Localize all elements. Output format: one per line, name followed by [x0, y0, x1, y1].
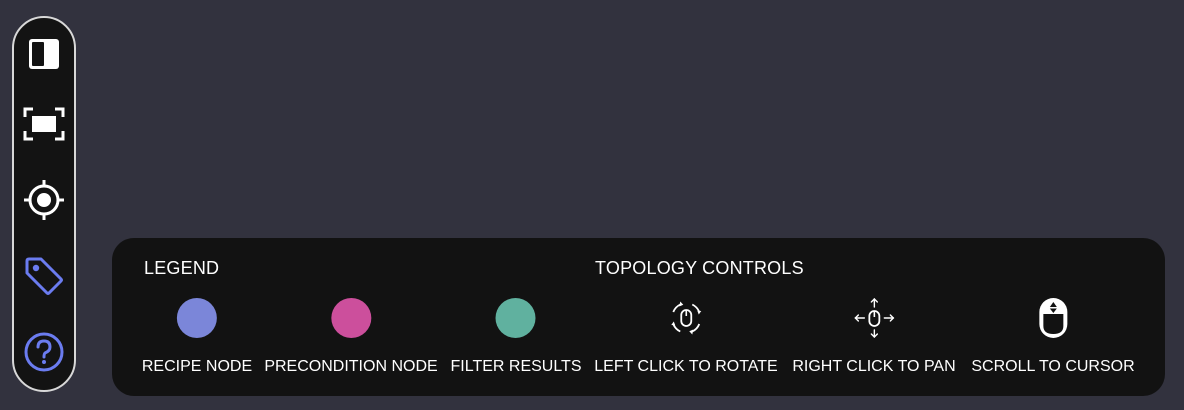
target-icon [24, 180, 64, 220]
legend-label: PRECONDITION NODE [264, 358, 438, 375]
recipe-node-swatch [177, 298, 217, 338]
precondition-node-swatch [331, 298, 371, 338]
legend-item-filter: FILTER RESULTS [450, 296, 582, 376]
controls-title: TOPOLOGY CONTROLS [595, 258, 804, 278]
help-icon [24, 332, 64, 372]
tag-button[interactable] [20, 252, 68, 300]
legend-item-precondition: PRECONDITION NODE [264, 296, 438, 376]
fit-view-icon [23, 107, 65, 141]
tag-icon [25, 257, 63, 295]
legend-label: RECIPE NODE [141, 358, 253, 375]
legend-item-recipe: RECIPE NODE [142, 296, 252, 376]
recenter-button[interactable] [20, 176, 68, 224]
fit-view-button[interactable] [20, 100, 68, 148]
topology-viewer: LEGEND TOPOLOGY CONTROLS RECIPE NODE PRE… [0, 0, 1184, 410]
panel-toggle-icon [29, 39, 59, 69]
control-label: RIGHT CLICK TO PAN [792, 358, 956, 375]
legend-title: LEGEND [144, 258, 220, 278]
mouse-pan-icon [854, 298, 894, 338]
control-item-rotate: LEFT CLICK TO ROTATE [594, 296, 778, 376]
control-label: SCROLL TO CURSOR [971, 358, 1135, 375]
mouse-scroll-icon [1038, 298, 1067, 338]
panel-toggle-button[interactable] [20, 30, 68, 78]
side-toolbar [12, 16, 76, 392]
mouse-rotate-icon [670, 301, 701, 335]
help-button[interactable] [20, 328, 68, 376]
filter-results-swatch [495, 298, 536, 338]
legend-label: FILTER RESULTS [450, 358, 582, 375]
control-item-pan: RIGHT CLICK TO PAN [792, 296, 956, 376]
control-label: LEFT CLICK TO ROTATE [594, 358, 778, 375]
control-item-scroll: SCROLL TO CURSOR [971, 296, 1135, 376]
legend-panel: LEGEND TOPOLOGY CONTROLS RECIPE NODE PRE… [112, 238, 1165, 396]
